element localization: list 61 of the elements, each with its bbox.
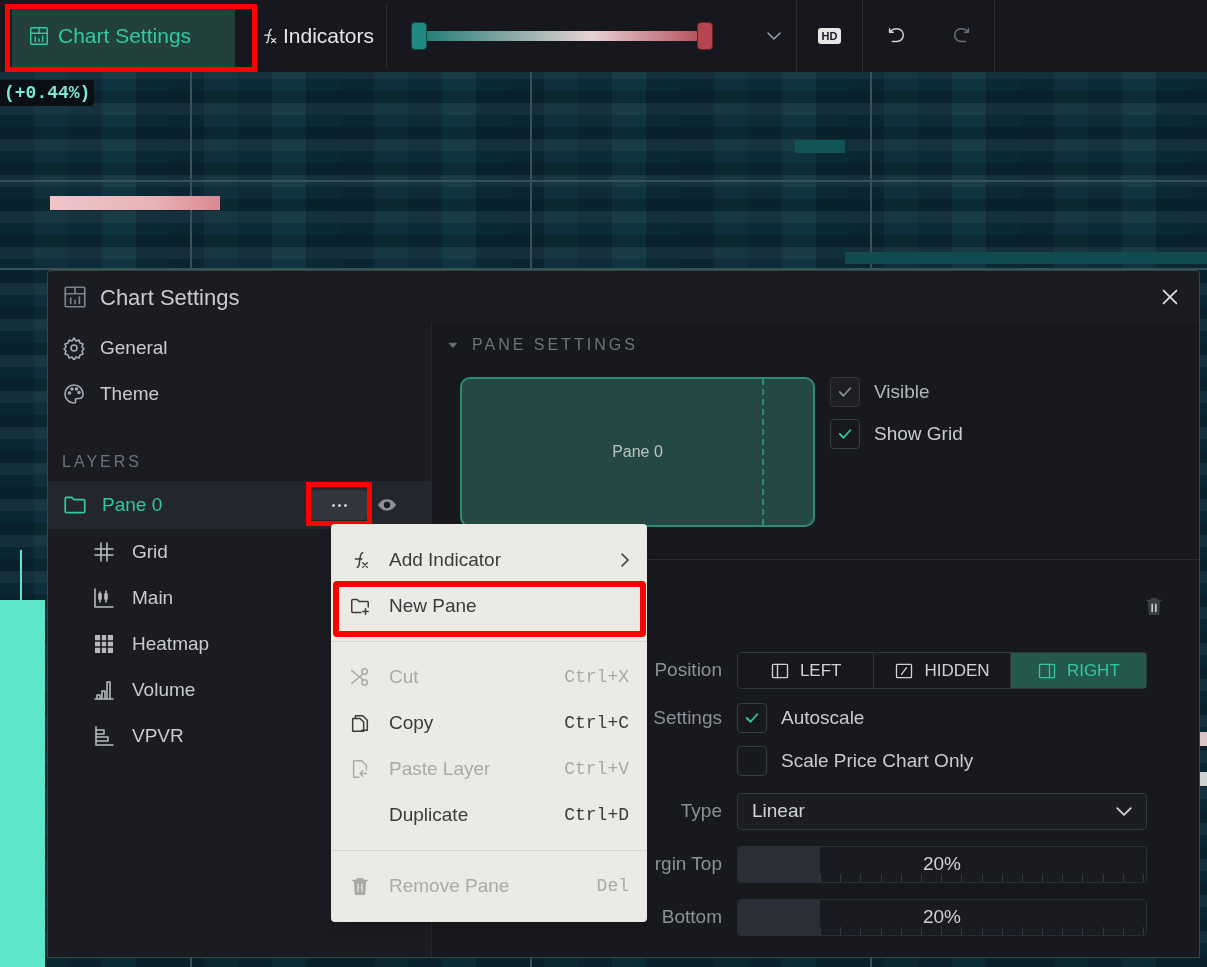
checkbox-label: Autoscale [781,705,865,730]
horizontal-bars-icon [92,724,116,748]
color-range-slider[interactable] [411,22,714,50]
field-label: rgin Top [654,852,722,877]
settings-icon [62,336,86,360]
pane-label: Pane 0 [612,442,663,462]
palette-icon [62,382,86,406]
dialog-title: Chart Settings [100,283,240,312]
section-heading: PANE SETTINGS [472,335,638,355]
checkbox[interactable] [737,746,767,776]
layer-row[interactable]: Pane 0 [48,481,431,529]
section-heading: LAYERS [61,452,143,472]
field-label: Settings [653,705,722,730]
nav-item[interactable]: General [48,325,431,371]
segment-button[interactable]: HIDDEN [873,653,1010,688]
layer-label: Pane 0 [102,492,164,517]
shortcut-label: Ctrl+D [564,803,629,827]
margin-slider[interactable]: 20% [737,846,1147,883]
menu-item[interactable]: Add Indicator [331,537,647,583]
field-label: Type [680,799,722,824]
cut-icon [349,666,371,688]
price-change-label: (+0.44%) [0,80,95,106]
checkbox[interactable] [737,703,767,733]
shortcut-label: Ctrl+X [564,665,629,689]
margin-slider[interactable]: 20% [737,899,1147,936]
trash-icon [349,875,371,897]
heatmap-band [1200,772,1207,786]
checkbox-label: Show Grid [874,421,963,446]
shortcut-label: Ctrl+V [564,757,629,781]
indicators-button[interactable]: Indicators [247,4,388,68]
menu-item[interactable]: Copy Ctrl+C [331,700,647,746]
shortcut-label: Del [596,874,629,898]
checkbox-label: Scale Price Chart Only [781,748,974,773]
chevron-down-icon [766,32,781,40]
heatmap-band [1200,732,1207,746]
slider-handle[interactable] [697,22,714,50]
segment-button[interactable]: RIGHT [1009,653,1146,688]
type-select[interactable]: Linear [737,793,1147,830]
heatmap-icon [92,632,116,656]
slider-value: 20% [923,852,961,877]
trash-icon [1143,595,1165,617]
bar-chart-icon [92,678,116,702]
candle-wick [20,550,22,600]
field-label: Bottom [661,905,722,930]
segment-button[interactable]: LEFT [738,653,874,688]
grid-icon [92,540,116,564]
slider-handle[interactable] [411,22,428,50]
menu-item[interactable]: Duplicate Ctrl+D [331,792,647,838]
chevron-down-icon [1116,807,1132,816]
heatmap-band [795,140,845,153]
copy-icon [349,712,371,734]
shortcut-label: Ctrl+C [564,711,629,735]
checkbox[interactable] [830,419,860,449]
checkbox-label: Visible [874,379,930,404]
field-label: Position [654,658,722,683]
nav-item[interactable]: Theme [48,371,431,417]
slider-value: 20% [923,905,961,930]
candlestick-icon [92,586,116,610]
chart-icon [28,25,50,47]
hd-button[interactable]: HD [817,28,842,44]
chart-icon [62,284,88,310]
